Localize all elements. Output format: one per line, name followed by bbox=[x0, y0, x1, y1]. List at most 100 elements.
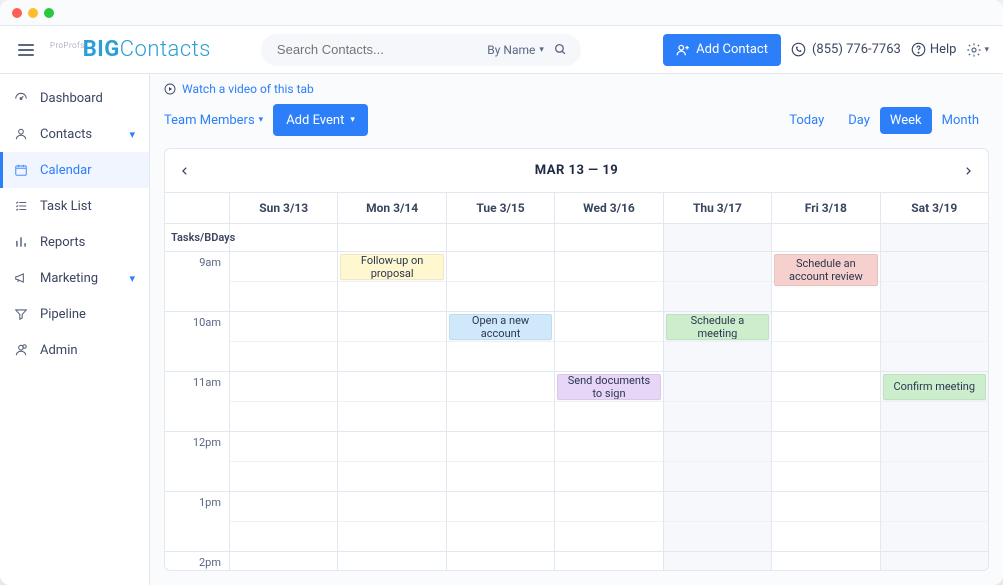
menu-toggle[interactable] bbox=[14, 40, 38, 60]
day-header: Tue 3/15 bbox=[446, 193, 554, 223]
time-slot[interactable] bbox=[337, 432, 445, 492]
time-slot[interactable] bbox=[229, 252, 337, 312]
today-button[interactable]: Today bbox=[779, 107, 834, 134]
time-slot[interactable] bbox=[337, 552, 445, 570]
sidebar-item-reports[interactable]: Reports bbox=[0, 224, 149, 260]
calendar-event[interactable]: Open a new account bbox=[449, 314, 552, 340]
tasks-cell[interactable] bbox=[554, 224, 662, 251]
time-slot[interactable] bbox=[446, 252, 554, 312]
time-slot[interactable] bbox=[771, 312, 879, 372]
brand-rest: Contacts bbox=[120, 37, 211, 62]
video-hint-label[interactable]: Watch a video of this tab bbox=[182, 82, 314, 96]
search-box[interactable]: By Name ▾ bbox=[261, 34, 581, 66]
tasks-cell[interactable] bbox=[880, 224, 988, 251]
time-slot[interactable] bbox=[554, 252, 662, 312]
time-slot[interactable] bbox=[880, 492, 988, 552]
tasks-cell[interactable] bbox=[229, 224, 337, 251]
time-slot[interactable] bbox=[880, 552, 988, 570]
caret-down-icon: ▾ bbox=[984, 45, 989, 55]
brand-pre: ProProfs bbox=[50, 41, 85, 50]
brand-logo[interactable]: ProProfs BIG Contacts bbox=[48, 37, 211, 62]
time-slot[interactable] bbox=[337, 312, 445, 372]
sidebar-item-dashboard[interactable]: Dashboard bbox=[0, 80, 149, 116]
time-slot[interactable] bbox=[771, 552, 879, 570]
next-week-button[interactable] bbox=[948, 149, 988, 192]
time-slot[interactable] bbox=[663, 432, 771, 492]
time-slot[interactable]: Open a new account bbox=[446, 312, 554, 372]
calendar-range-label: MAR 13 — 19 bbox=[535, 163, 619, 178]
time-slot[interactable] bbox=[554, 312, 662, 372]
time-slot[interactable] bbox=[446, 372, 554, 432]
time-slot[interactable] bbox=[554, 492, 662, 552]
time-slot[interactable] bbox=[880, 432, 988, 492]
calendar-scroll[interactable]: 9am Follow-up on proposal Schedule an acco… bbox=[165, 252, 988, 570]
add-event-button[interactable]: Add Event ▾ bbox=[273, 104, 368, 136]
tasks-cell[interactable] bbox=[771, 224, 879, 251]
time-slot[interactable] bbox=[229, 432, 337, 492]
tasks-cell[interactable] bbox=[663, 224, 771, 251]
calendar-event[interactable]: Schedule an account review bbox=[774, 254, 877, 286]
sidebar-item-contacts[interactable]: Contacts▾ bbox=[0, 116, 149, 152]
sidebar-item-pipeline[interactable]: Pipeline bbox=[0, 296, 149, 332]
team-members-dropdown[interactable]: Team Members ▾ bbox=[164, 113, 263, 128]
time-slot[interactable] bbox=[337, 372, 445, 432]
time-slot[interactable] bbox=[446, 492, 554, 552]
time-slot[interactable] bbox=[554, 552, 662, 570]
view-day[interactable]: Day bbox=[838, 107, 880, 134]
settings-menu[interactable]: ▾ bbox=[966, 42, 989, 58]
time-slot[interactable] bbox=[337, 492, 445, 552]
time-slot[interactable] bbox=[663, 552, 771, 570]
view-month[interactable]: Month bbox=[932, 107, 989, 134]
time-slot[interactable]: Schedule a meeting bbox=[663, 312, 771, 372]
hour-label: 11am bbox=[165, 372, 229, 432]
time-slot[interactable]: Follow-up on proposal bbox=[337, 252, 445, 312]
time-slot[interactable]: Schedule an account review bbox=[771, 252, 879, 312]
calendar-header: MAR 13 — 19 bbox=[165, 149, 988, 193]
time-slot[interactable] bbox=[229, 552, 337, 570]
time-slot[interactable] bbox=[880, 312, 988, 372]
window-zoom[interactable] bbox=[44, 8, 54, 18]
time-slot[interactable] bbox=[880, 252, 988, 312]
calendar-event[interactable]: Schedule a meeting bbox=[666, 314, 769, 340]
day-header: Fri 3/18 bbox=[771, 193, 879, 223]
support-phone[interactable]: (855) 776-7763 bbox=[791, 42, 901, 57]
calendar-event[interactable]: Send documents to sign bbox=[557, 374, 660, 400]
sidebar-item-tasklist[interactable]: Task List bbox=[0, 188, 149, 224]
video-hint[interactable]: Watch a video of this tab bbox=[150, 74, 1003, 100]
time-slot[interactable] bbox=[663, 492, 771, 552]
sidebar-item-admin[interactable]: Admin bbox=[0, 332, 149, 368]
tasks-cell[interactable] bbox=[337, 224, 445, 251]
search-icon[interactable] bbox=[554, 43, 567, 56]
view-switcher: Today DayWeekMonth bbox=[779, 107, 989, 134]
calendar-event[interactable]: Follow-up on proposal bbox=[340, 254, 443, 280]
calendar-event[interactable]: Confirm meeting bbox=[883, 374, 986, 400]
search-input[interactable] bbox=[275, 41, 477, 58]
search-filter[interactable]: By Name ▾ bbox=[487, 43, 544, 57]
time-slot[interactable]: Send documents to sign bbox=[554, 372, 662, 432]
time-slot[interactable]: Confirm meeting bbox=[880, 372, 988, 432]
time-slot[interactable] bbox=[554, 432, 662, 492]
time-slot[interactable] bbox=[229, 372, 337, 432]
sidebar-item-marketing[interactable]: Marketing▾ bbox=[0, 260, 149, 296]
window-minimize[interactable] bbox=[28, 8, 38, 18]
time-slot[interactable] bbox=[446, 432, 554, 492]
time-slot[interactable] bbox=[771, 492, 879, 552]
tasks-cell[interactable] bbox=[446, 224, 554, 251]
prev-week-button[interactable] bbox=[165, 149, 205, 192]
calendar-toolbar: Team Members ▾ Add Event ▾ Today DayWeek… bbox=[150, 100, 1003, 148]
time-slot[interactable] bbox=[771, 372, 879, 432]
hour-label: 9am bbox=[165, 252, 229, 312]
time-slot[interactable] bbox=[229, 492, 337, 552]
sidebar-item-calendar[interactable]: Calendar bbox=[0, 152, 149, 188]
time-slot[interactable] bbox=[663, 252, 771, 312]
add-contact-button[interactable]: Add Contact bbox=[663, 34, 781, 66]
help-link[interactable]: Help bbox=[911, 42, 957, 57]
sidebar-item-label: Calendar bbox=[40, 163, 92, 178]
view-week[interactable]: Week bbox=[880, 107, 932, 134]
time-slot[interactable] bbox=[663, 372, 771, 432]
window-close[interactable] bbox=[12, 8, 22, 18]
time-slot[interactable] bbox=[229, 312, 337, 372]
sidebar: DashboardContacts▾ Calendar Task ListRepor… bbox=[0, 74, 150, 585]
time-slot[interactable] bbox=[446, 552, 554, 570]
time-slot[interactable] bbox=[771, 432, 879, 492]
